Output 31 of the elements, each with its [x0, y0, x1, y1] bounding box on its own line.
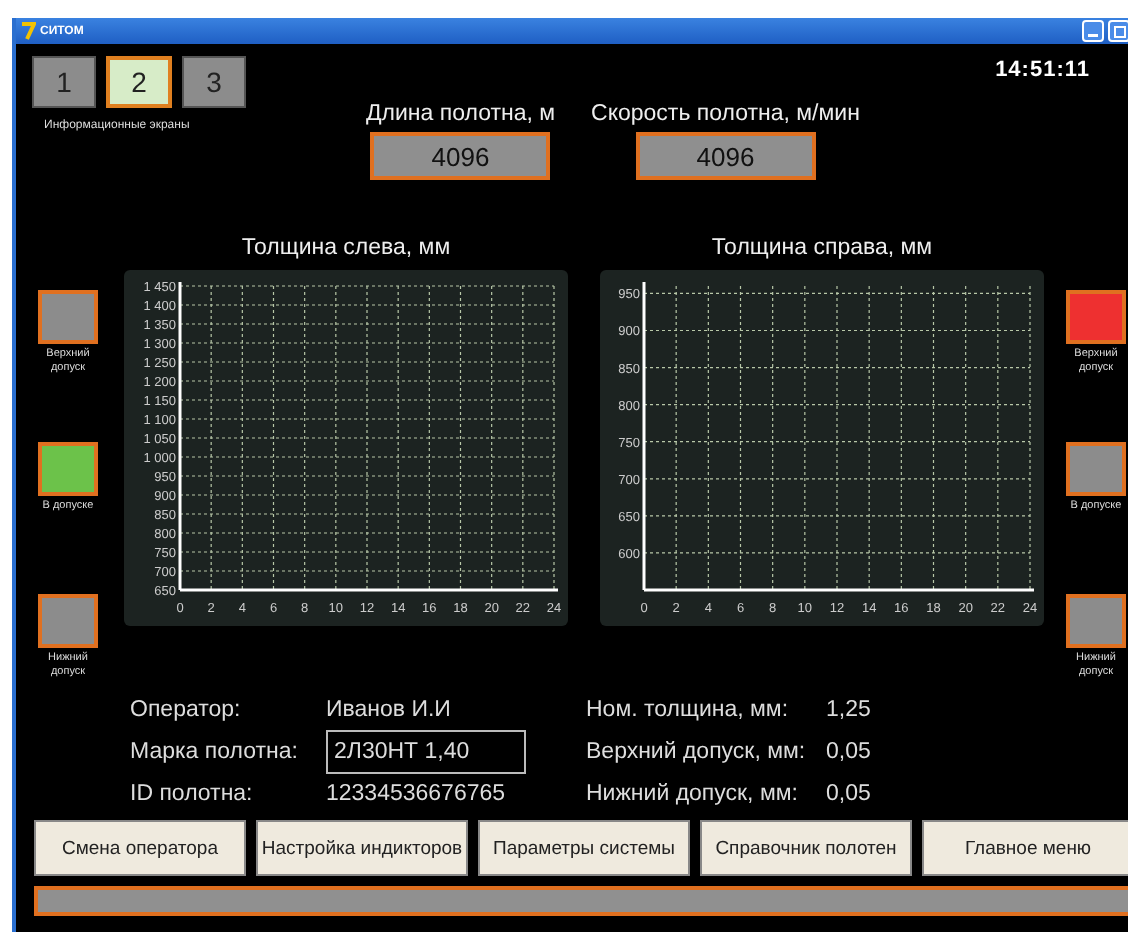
menu-button[interactable]: Справочник полотен	[700, 820, 912, 876]
screen-tab[interactable]: 3	[182, 56, 246, 108]
info-value: 12334536676765	[326, 781, 506, 805]
info-label: Верхний допуск, мм:	[586, 739, 808, 763]
chart-title: Толщина слева, мм	[241, 236, 451, 260]
readout-value: 4096	[370, 132, 551, 180]
readout-label: Длина полотна, м	[366, 102, 556, 126]
chart-title: Толщина справа, мм	[711, 236, 933, 260]
app-icon	[20, 22, 36, 40]
info-value: Иванов И.И	[326, 697, 451, 721]
info-label: ID полотна:	[130, 781, 255, 805]
info-value: 1,25	[826, 697, 871, 721]
menu-button[interactable]: Параметры системы	[478, 820, 690, 876]
info-label: Марка полотна:	[130, 739, 300, 763]
clock: 14:51:11	[995, 58, 1090, 82]
info-label: Нижний допуск, мм:	[586, 781, 800, 805]
grade-field[interactable]: 2Л30НТ 1,40	[326, 729, 526, 773]
screen-tab[interactable]: 2	[106, 56, 172, 108]
menu-button[interactable]: Главное меню	[922, 820, 1128, 876]
info-label: Ном. толщина, мм:	[586, 697, 791, 721]
readout-label: Скорость полотна, м/мин	[591, 102, 860, 126]
menu-button[interactable]: Настройка индикторов	[256, 820, 468, 876]
maximize-icon	[1113, 25, 1125, 37]
menu-button[interactable]: Смена оператора	[34, 820, 246, 876]
maximize-button[interactable]	[1108, 20, 1128, 42]
info-value: 0,05	[826, 781, 871, 805]
info-value: 0,05	[826, 739, 871, 763]
minimize-button[interactable]	[1082, 20, 1104, 42]
info-label: Оператор:	[130, 697, 243, 721]
readout-value: 4096	[635, 132, 816, 180]
screen-tab[interactable]: 1	[32, 56, 96, 108]
